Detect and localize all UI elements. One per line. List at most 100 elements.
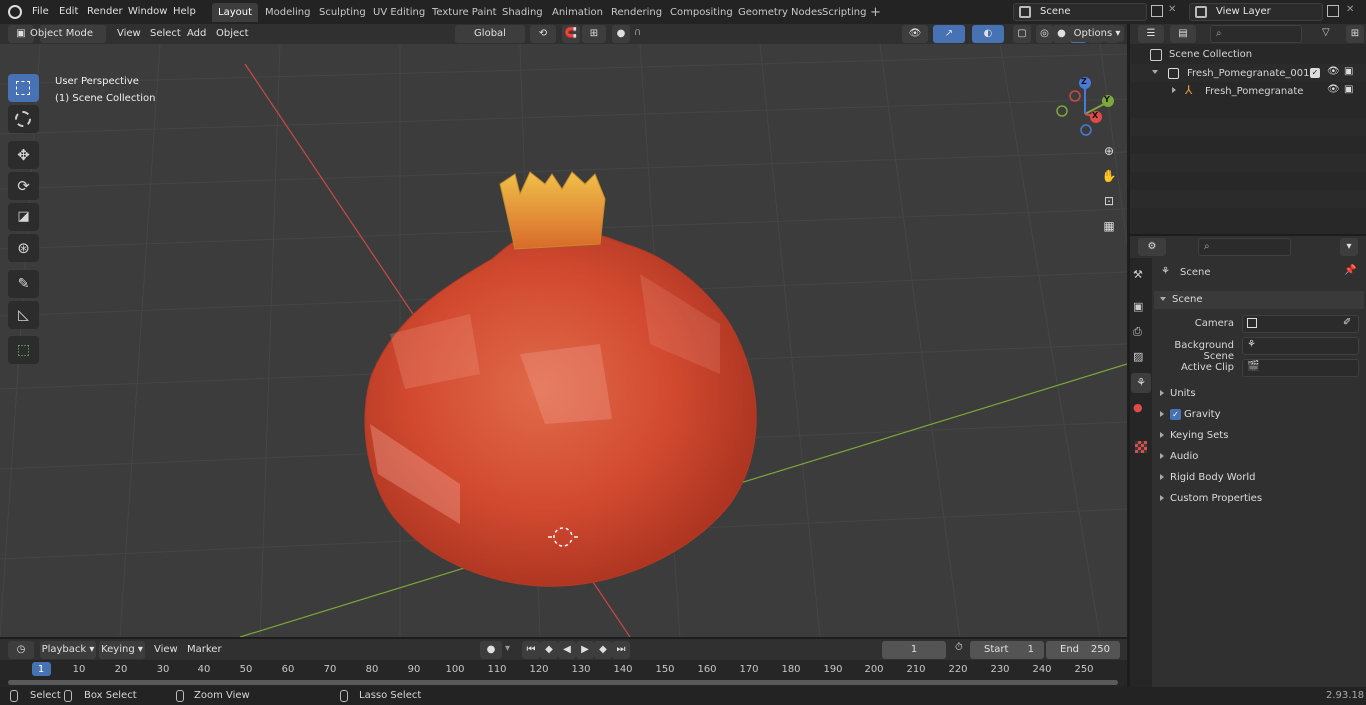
- rigid-body-world-subpanel[interactable]: Rigid Body World: [1160, 470, 1255, 486]
- jump-start-button[interactable]: ⏮: [522, 641, 540, 659]
- tab-compositing[interactable]: Compositing: [664, 3, 739, 22]
- close-scene-icon[interactable]: ✕: [1168, 4, 1176, 15]
- visibility-eye-icon[interactable]: 👁: [1327, 66, 1340, 77]
- tab-uv-editing[interactable]: UV Editing: [367, 3, 431, 22]
- tab-texture-paint[interactable]: Texture Paint: [426, 3, 503, 22]
- active-clip-field[interactable]: [1242, 359, 1359, 377]
- gizmo-label-y[interactable]: Y: [1104, 95, 1110, 104]
- cursor-tool-button[interactable]: [8, 105, 39, 133]
- start-frame-field[interactable]: Start 1: [970, 641, 1044, 659]
- pan-hand-icon[interactable]: ✋: [1098, 165, 1120, 187]
- stopwatch-icon[interactable]: ⏱: [955, 642, 963, 653]
- copy-layer-icon[interactable]: [1327, 5, 1339, 17]
- overlay-toggle-button[interactable]: ◐: [972, 25, 1004, 43]
- tab-sculpting[interactable]: Sculpting: [313, 3, 372, 22]
- zoom-icon[interactable]: ⊕: [1098, 140, 1120, 162]
- pin-icon[interactable]: 📌: [1344, 265, 1356, 276]
- pivot-point-button[interactable]: ⟲: [530, 25, 556, 43]
- properties-editor-type-button[interactable]: ⚙: [1138, 238, 1166, 256]
- gizmo-label-x[interactable]: X: [1092, 111, 1098, 120]
- menu-help[interactable]: Help: [169, 4, 200, 20]
- scene-panel-title[interactable]: Scene: [1160, 292, 1203, 308]
- keying-sets-subpanel[interactable]: Keying Sets: [1160, 428, 1228, 444]
- tab-layout[interactable]: Layout: [212, 3, 258, 22]
- scene-selector[interactable]: Scene: [1013, 3, 1147, 21]
- 3d-viewport[interactable]: Y X Z User Perspective (1) Scene Collect…: [0, 44, 1127, 637]
- expand-arrow-icon[interactable]: [1152, 67, 1164, 78]
- custom-properties-subpanel[interactable]: Custom Properties: [1160, 491, 1262, 507]
- visibility-eye-icon[interactable]: 👁: [1327, 84, 1340, 95]
- xray-toggle-button[interactable]: ▢: [1013, 25, 1031, 43]
- output-tab-icon[interactable]: ⎙: [1133, 325, 1142, 339]
- transform-orientation-dropdown[interactable]: Global: [455, 25, 525, 43]
- camera-field[interactable]: [1242, 315, 1359, 333]
- tab-scripting[interactable]: Scripting: [816, 3, 872, 22]
- tab-modeling[interactable]: Modeling: [259, 3, 317, 22]
- gravity-subpanel[interactable]: ✓ Gravity: [1160, 407, 1221, 423]
- outliner-search-input[interactable]: ⌕: [1210, 25, 1302, 43]
- jump-keyframe-forward-button[interactable]: ◆: [594, 641, 612, 659]
- eyedropper-icon[interactable]: ✐: [1343, 317, 1351, 328]
- keying-menu[interactable]: Keying ▾: [99, 641, 145, 659]
- timeline-marker-menu[interactable]: Marker: [183, 642, 226, 658]
- units-subpanel[interactable]: Units: [1160, 386, 1196, 402]
- tab-geometry-nodes[interactable]: Geometry Nodes: [732, 3, 828, 22]
- blender-logo-icon[interactable]: [8, 5, 22, 19]
- measure-tool-button[interactable]: ◺: [8, 301, 39, 329]
- select-tool-button[interactable]: [8, 74, 39, 102]
- menu-add[interactable]: Add: [183, 26, 210, 42]
- render-tab-icon[interactable]: ▣: [1133, 300, 1143, 313]
- timeline-view-menu[interactable]: View: [150, 642, 182, 658]
- rotate-tool-button[interactable]: ⟳: [8, 172, 39, 200]
- menu-file[interactable]: File: [28, 4, 53, 20]
- menu-select[interactable]: Select: [146, 26, 185, 42]
- proportional-edit-button[interactable]: ●: [612, 25, 630, 43]
- gizmo-label-z[interactable]: Z: [1081, 77, 1087, 86]
- close-layer-icon[interactable]: ✕: [1346, 4, 1354, 15]
- shading-solid-button[interactable]: ●: [1053, 25, 1070, 43]
- new-collection-button[interactable]: ⊞: [1346, 25, 1364, 43]
- auto-keying-button[interactable]: ●: [480, 641, 502, 659]
- playback-menu[interactable]: Playback ▾: [40, 641, 96, 659]
- menu-edit[interactable]: Edit: [55, 4, 82, 20]
- filter-icon[interactable]: ▽: [1322, 27, 1330, 38]
- audio-subpanel[interactable]: Audio: [1160, 449, 1198, 465]
- mode-dropdown[interactable]: Object Mode: [30, 25, 106, 43]
- scale-tool-button[interactable]: ◪: [8, 203, 39, 231]
- falloff-icon[interactable]: ∩: [634, 27, 641, 38]
- object-type-visibility-button[interactable]: 👁: [902, 25, 928, 43]
- end-frame-field[interactable]: End 250: [1046, 641, 1120, 659]
- exclude-checkbox[interactable]: ✓: [1310, 68, 1320, 78]
- tab-animation[interactable]: Animation: [546, 3, 609, 22]
- scene-tab-icon[interactable]: ⚘: [1131, 373, 1151, 393]
- menu-window[interactable]: Window: [124, 4, 171, 20]
- copy-scene-icon[interactable]: [1151, 5, 1163, 17]
- add-cube-tool-button[interactable]: ⬚: [8, 336, 39, 364]
- grid-view-icon[interactable]: ▦: [1098, 215, 1120, 237]
- gizmo-toggle-button[interactable]: ↗: [933, 25, 965, 43]
- current-frame-field[interactable]: 1: [882, 641, 946, 659]
- expand-arrow-icon[interactable]: [1172, 85, 1182, 96]
- world-tab-icon[interactable]: ●: [1133, 401, 1143, 414]
- play-button[interactable]: ▶: [576, 641, 594, 659]
- jump-keyframe-back-button[interactable]: ◆: [540, 641, 558, 659]
- transform-tool-button[interactable]: ⊛: [8, 234, 39, 262]
- tab-rendering[interactable]: Rendering: [605, 3, 668, 22]
- add-workspace-icon[interactable]: +: [870, 5, 881, 20]
- display-mode-button[interactable]: ▤: [1170, 25, 1196, 43]
- tool-tab-icon[interactable]: ⚒: [1133, 268, 1143, 281]
- gravity-checkbox[interactable]: ✓: [1170, 408, 1181, 420]
- snap-button[interactable]: 🧲: [562, 25, 580, 43]
- timeline-editor-type-button[interactable]: ◷: [8, 641, 34, 659]
- view-layer-selector[interactable]: View Layer: [1189, 3, 1323, 21]
- options-button[interactable]: Options ▾: [1070, 25, 1124, 42]
- outliner-editor-type-button[interactable]: ☰: [1138, 25, 1164, 43]
- jump-end-button[interactable]: ⏭: [612, 641, 630, 659]
- menu-view[interactable]: View: [113, 26, 145, 42]
- snap-target-button[interactable]: ⊞: [582, 25, 606, 43]
- properties-options-button[interactable]: ▾: [1340, 238, 1358, 256]
- render-camera-icon[interactable]: ▣: [1344, 84, 1353, 95]
- view-layer-tab-icon[interactable]: ▨: [1133, 350, 1143, 363]
- background-scene-field[interactable]: [1242, 337, 1359, 355]
- menu-render[interactable]: Render: [83, 4, 127, 20]
